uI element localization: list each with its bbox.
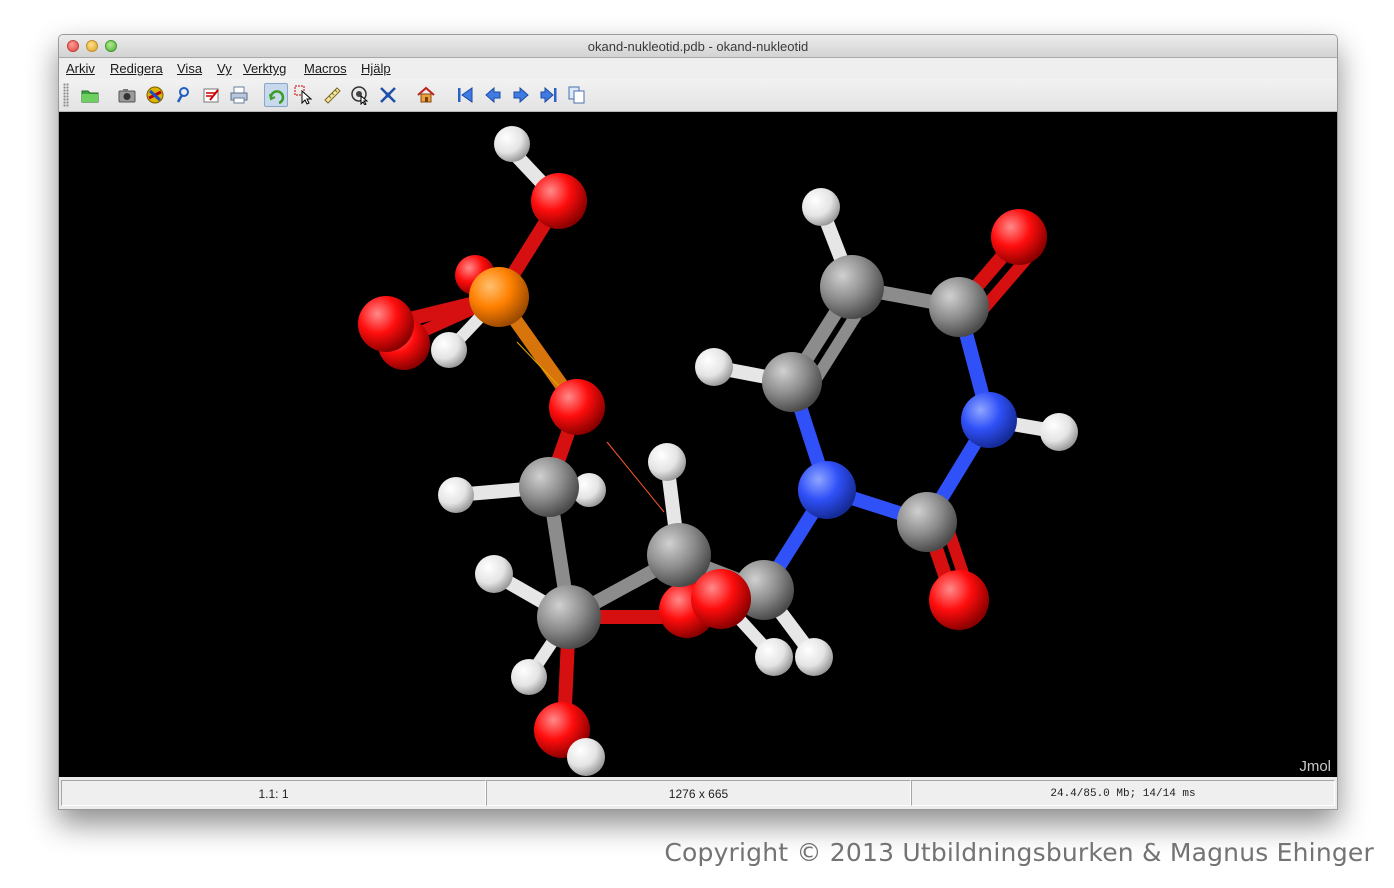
- script-button[interactable]: [171, 83, 195, 107]
- atom-hydrogen[interactable]: [1040, 413, 1078, 451]
- previous-frame-button[interactable]: [481, 83, 505, 107]
- atom-hydrogen[interactable]: [494, 126, 530, 162]
- open-folder-icon: [81, 90, 99, 103]
- previous-frame-icon: [485, 86, 501, 104]
- atom-hydrogen[interactable]: [795, 638, 833, 676]
- atom-phosphorus[interactable]: [469, 267, 529, 327]
- pick-center-icon: [351, 86, 369, 105]
- print-button[interactable]: [227, 83, 251, 107]
- atom-oxygen[interactable]: [691, 569, 751, 629]
- home-button[interactable]: [414, 83, 438, 107]
- camera-icon: [118, 89, 136, 103]
- move-button[interactable]: [376, 83, 400, 107]
- atom-oxygen[interactable]: [929, 570, 989, 630]
- jmol-watermark: Jmol: [1299, 758, 1331, 775]
- next-frame-icon: [513, 86, 529, 104]
- open-button[interactable]: [78, 83, 102, 107]
- menu-visa[interactable]: Visa: [177, 61, 202, 76]
- render-icon: [146, 86, 164, 104]
- atom-hydrogen[interactable]: [648, 443, 686, 481]
- jmol-window: okand-nukleotid.pdb - okand-nukleotid Ar…: [58, 34, 1338, 810]
- title-bar[interactable]: okand-nukleotid.pdb - okand-nukleotid: [59, 35, 1337, 58]
- atom-nitrogen[interactable]: [961, 392, 1017, 448]
- status-frame: 1.1: 1: [61, 780, 486, 806]
- edit-button[interactable]: [199, 83, 223, 107]
- toolbar-grip[interactable]: [63, 83, 69, 107]
- molecule-render[interactable]: [59, 112, 1337, 777]
- atom-carbon[interactable]: [929, 277, 989, 337]
- atom-oxygen[interactable]: [549, 379, 605, 435]
- home-icon: [417, 86, 435, 103]
- atom-nitrogen[interactable]: [798, 461, 856, 519]
- menu-macros[interactable]: Macros: [304, 61, 347, 76]
- atom-hydrogen[interactable]: [511, 659, 547, 695]
- status-bar: 1.1: 1 1276 x 665 24.4/85.0 Mb; 14/14 ms: [59, 778, 1337, 809]
- copy-frames-button[interactable]: [565, 83, 589, 107]
- copy-frames-icon: [568, 86, 585, 104]
- molecule-viewer[interactable]: Jmol: [59, 112, 1337, 777]
- window-title: okand-nukleotid.pdb - okand-nukleotid: [587, 39, 809, 54]
- menu-redigera[interactable]: Redigera: [110, 61, 163, 76]
- atom-hydrogen[interactable]: [755, 638, 793, 676]
- rotate-icon: [269, 90, 285, 105]
- status-dimensions: 1276 x 665: [486, 780, 911, 806]
- first-frame-button[interactable]: [453, 83, 477, 107]
- move-arrows-icon: [380, 87, 396, 103]
- bonds: [382, 144, 1066, 764]
- select-pointer-icon: [294, 85, 313, 105]
- atom-hydrogen[interactable]: [802, 188, 840, 226]
- menu-hjalp[interactable]: Hjälp: [361, 61, 391, 76]
- menu-bar: Arkiv Redigera Visa Vy Verktyg Macros Hj…: [59, 58, 1337, 79]
- first-frame-icon: [458, 87, 473, 103]
- atom-hydrogen[interactable]: [567, 738, 605, 776]
- atom-oxygen[interactable]: [531, 173, 587, 229]
- edit-icon: [203, 88, 219, 103]
- last-frame-button[interactable]: [537, 83, 561, 107]
- atom-hydrogen[interactable]: [438, 477, 474, 513]
- status-memory: 24.4/85.0 Mb; 14/14 ms: [911, 780, 1335, 806]
- atom-carbon[interactable]: [762, 352, 822, 412]
- pick-center-button[interactable]: [348, 83, 372, 107]
- copyright-notice: Copyright © 2013 Utbildningsburken & Mag…: [664, 838, 1374, 867]
- atom-carbon[interactable]: [519, 457, 579, 517]
- ruler-icon: [324, 87, 341, 104]
- toolbar: [59, 79, 1337, 112]
- rotate-button[interactable]: [264, 83, 288, 107]
- measure-button[interactable]: [320, 83, 344, 107]
- last-frame-icon: [540, 86, 557, 104]
- atom-carbon[interactable]: [820, 255, 884, 319]
- screenshot-button[interactable]: [115, 83, 139, 107]
- atom-carbon[interactable]: [537, 585, 601, 649]
- select-button[interactable]: [292, 83, 316, 107]
- menu-vy[interactable]: Vy: [217, 61, 232, 76]
- atom-oxygen[interactable]: [358, 296, 414, 352]
- atom-hydrogen[interactable]: [431, 332, 467, 368]
- next-frame-button[interactable]: [509, 83, 533, 107]
- menu-verktyg[interactable]: Verktyg: [243, 61, 286, 76]
- script-icon: [176, 87, 189, 103]
- atom-hydrogen[interactable]: [695, 348, 733, 386]
- render-button[interactable]: [143, 83, 167, 107]
- atom-hydrogen[interactable]: [475, 555, 513, 593]
- atom-oxygen[interactable]: [991, 209, 1047, 265]
- atom-carbon[interactable]: [897, 492, 957, 552]
- menu-arkiv[interactable]: Arkiv: [66, 61, 95, 76]
- print-icon: [230, 86, 248, 104]
